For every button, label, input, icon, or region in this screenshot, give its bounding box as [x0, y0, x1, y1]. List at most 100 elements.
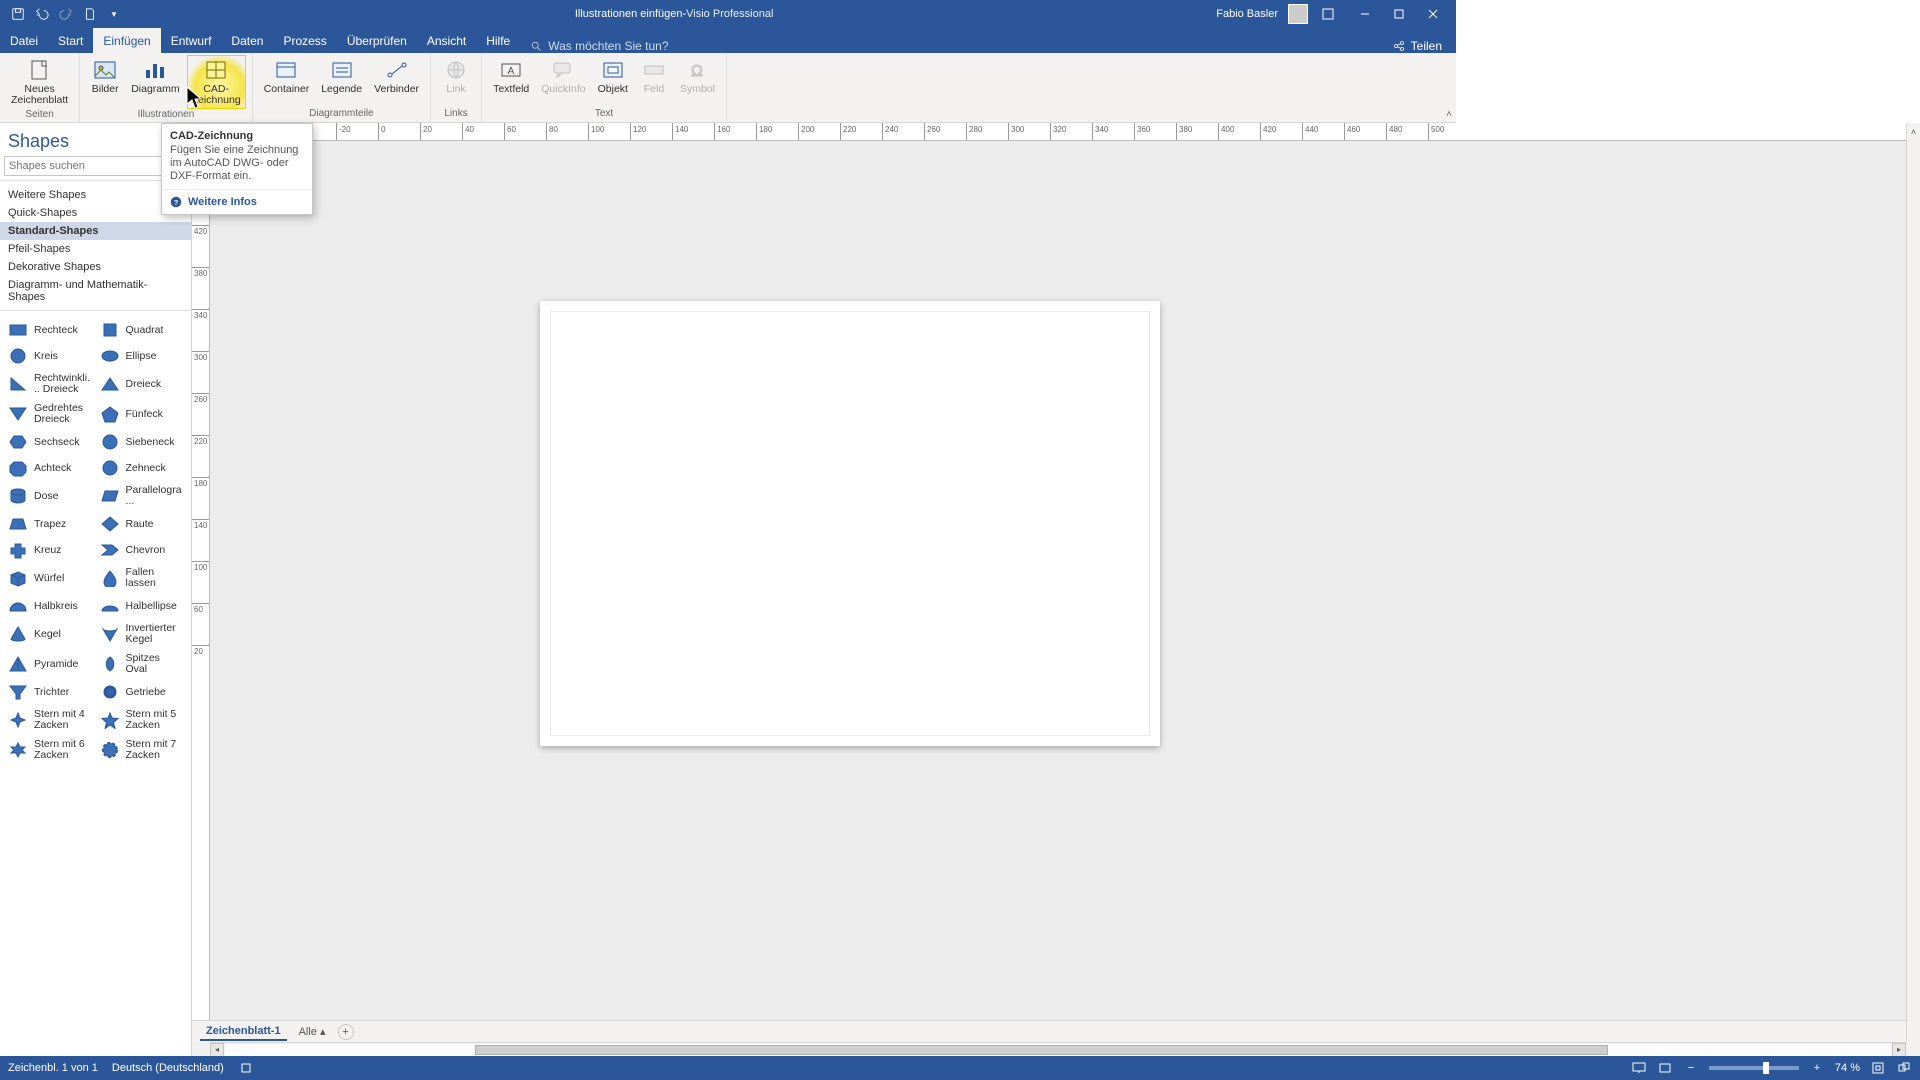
- tooltip-more-link[interactable]: ? Weitere Infos: [162, 189, 312, 214]
- shape-kreis[interactable]: Kreis: [4, 343, 96, 369]
- presentation-mode-icon[interactable]: [1631, 1060, 1647, 1076]
- shapes-grid: RechteckQuadratKreis Ellipse Rechtwinkli..…: [0, 311, 191, 1056]
- scroll-right-icon[interactable]: ▸: [1892, 1043, 1906, 1057]
- tab-ansicht[interactable]: Ansicht: [417, 28, 476, 53]
- share-button[interactable]: Teilen: [1379, 39, 1456, 53]
- shape-spitzes-oval[interactable]: Spitzes Oval: [96, 649, 188, 679]
- cad-tooltip: CAD-Zeichnung Fügen Sie eine Zeichnung i…: [161, 123, 313, 215]
- zoom-out-icon[interactable]: −: [1683, 1060, 1699, 1076]
- qat-customize-icon[interactable]: ▾: [104, 4, 124, 24]
- shape-rechteck[interactable]: Rechteck: [4, 317, 96, 343]
- zoom-in-icon[interactable]: +: [1809, 1060, 1825, 1076]
- ribbon-quickinfo-label: QuickInfo: [541, 84, 585, 95]
- shape-quadrat[interactable]: Quadrat: [96, 317, 188, 343]
- scroll-thumb-h[interactable]: [475, 1045, 1608, 1055]
- horizontal-scrollbar[interactable]: ◂ ▸: [210, 1042, 1906, 1056]
- tab-einfügen[interactable]: Einfügen: [93, 28, 160, 53]
- shape-invertierter-kegel[interactable]: Invertierter Kegel: [96, 619, 188, 649]
- shape-fallen-lassen[interactable]: Fallen lassen: [96, 563, 188, 593]
- add-page-button[interactable]: +: [338, 1024, 354, 1040]
- undo-icon[interactable]: [32, 4, 52, 24]
- group-label: Text: [488, 108, 720, 120]
- shape-stern-mit-7-zacken[interactable]: Stern mit 7 Zacken: [96, 735, 188, 765]
- category-standard-shapes[interactable]: Standard-Shapes: [0, 222, 191, 240]
- shape-pyramide[interactable]: Pyramide: [4, 649, 96, 679]
- shape-getriebe[interactable]: Getriebe: [96, 679, 188, 705]
- close-button[interactable]: [1416, 0, 1450, 28]
- shape-trapez[interactable]: Trapez: [4, 511, 96, 537]
- tab-hilfe[interactable]: Hilfe: [476, 28, 520, 53]
- redo-icon[interactable]: [56, 4, 76, 24]
- shape-achteck[interactable]: Achteck: [4, 455, 96, 481]
- ribbon-display-icon[interactable]: [1318, 4, 1338, 24]
- ribbon-textfeld-button[interactable]: ATextfeld: [488, 55, 534, 98]
- ribbon-cad-button[interactable]: CAD-Zeichnung: [187, 55, 246, 109]
- shape-dreieck[interactable]: Dreieck: [96, 369, 188, 399]
- macro-record-icon[interactable]: [238, 1060, 254, 1076]
- shape-halbkreis[interactable]: Halbkreis: [4, 593, 96, 619]
- tab-daten[interactable]: Daten: [221, 28, 273, 53]
- ribbon-container-button[interactable]: Container: [259, 55, 315, 98]
- ribbon-verbinder-button[interactable]: Verbinder: [369, 55, 424, 98]
- collapse-ribbon-icon[interactable]: ˄: [1446, 109, 1452, 120]
- ribbon-objekt-button[interactable]: Objekt: [593, 55, 633, 98]
- svg-text:?: ?: [174, 198, 179, 207]
- tab-start[interactable]: Start: [48, 28, 93, 53]
- shape-siebeneck[interactable]: Siebeneck: [96, 429, 188, 455]
- tab-datei[interactable]: Datei: [0, 28, 48, 53]
- collapse-ruler-icon[interactable]: ˄: [1906, 123, 1920, 141]
- canvas[interactable]: [210, 141, 1906, 1042]
- shape-zehneck[interactable]: Zehneck: [96, 455, 188, 481]
- shape-label: Ellipse: [126, 351, 157, 362]
- shape-ellipse[interactable]: Ellipse: [96, 343, 188, 369]
- shape-dose[interactable]: Dose: [4, 481, 96, 511]
- category-dekorative-shapes[interactable]: Dekorative Shapes: [0, 258, 191, 276]
- shape-chevron[interactable]: Chevron: [96, 537, 188, 563]
- shape-raute[interactable]: Raute: [96, 511, 188, 537]
- zoom-knob[interactable]: [1763, 1062, 1769, 1074]
- ribbon-diagramm-button[interactable]: Diagramm: [126, 55, 184, 98]
- tell-me-search[interactable]: Was möchten Sie tun?: [520, 39, 678, 53]
- shape-kegel[interactable]: Kegel: [4, 619, 96, 649]
- shape-icon: [100, 597, 120, 615]
- shape-parallelogra-[interactable]: Parallelogra...: [96, 481, 188, 511]
- maximize-button[interactable]: [1382, 0, 1416, 28]
- shape-halbellipse[interactable]: Halbellipse: [96, 593, 188, 619]
- shape-stern-mit-6-zacken[interactable]: Stern mit 6 Zacken: [4, 735, 96, 765]
- page-width-icon[interactable]: [1657, 1060, 1673, 1076]
- tab-überprüfen[interactable]: Überprüfen: [337, 28, 417, 53]
- vertical-scrollbar[interactable]: [1906, 141, 1920, 1042]
- ribbon-verbinder-label: Verbinder: [374, 84, 419, 95]
- tab-prozess[interactable]: Prozess: [273, 28, 336, 53]
- shape-stern-mit-4-zacken[interactable]: Stern mit 4 Zacken: [4, 705, 96, 735]
- shape-sechseck[interactable]: Sechseck: [4, 429, 96, 455]
- category-pfeil-shapes[interactable]: Pfeil-Shapes: [0, 240, 191, 258]
- shape-trichter[interactable]: Trichter: [4, 679, 96, 705]
- shapes-search-input[interactable]: [4, 156, 167, 176]
- shape-stern-mit-5-zacken[interactable]: Stern mit 5 Zacken: [96, 705, 188, 735]
- shape-rechtwinkli-dreieck[interactable]: Rechtwinkli... Dreieck: [4, 369, 96, 399]
- shape-icon: [8, 515, 28, 533]
- ribbon-new_page-button[interactable]: NeuesZeichenblatt: [6, 55, 73, 109]
- drawing-page[interactable]: [540, 301, 1160, 746]
- shape-label: Dose: [34, 491, 59, 502]
- shape-f-nfeck[interactable]: Fünfeck: [96, 399, 188, 429]
- window-title: Illustrationen einfügen - Visio Professi…: [132, 8, 1216, 20]
- ribbon-legende-button[interactable]: Legende: [316, 55, 367, 98]
- minimize-button[interactable]: [1348, 0, 1382, 28]
- sheet-tab-active[interactable]: Zeichenblatt-1: [200, 1023, 287, 1041]
- zoom-slider[interactable]: [1709, 1066, 1799, 1070]
- shape-w-rfel[interactable]: Würfel: [4, 563, 96, 593]
- save-icon[interactable]: [8, 4, 28, 24]
- ribbon-bilder-button[interactable]: Bilder: [86, 55, 124, 98]
- document-icon[interactable]: [80, 4, 100, 24]
- fit-window-icon[interactable]: [1870, 1060, 1886, 1076]
- fullscreen-switch-icon[interactable]: [1896, 1060, 1912, 1076]
- scroll-left-icon[interactable]: ◂: [210, 1043, 224, 1057]
- sheet-tab-all[interactable]: Alle ▴: [299, 1025, 326, 1038]
- avatar[interactable]: [1288, 4, 1308, 24]
- category-diagramm-und-mathematik-shapes[interactable]: Diagramm- und Mathematik-Shapes: [0, 276, 191, 306]
- tab-entwurf[interactable]: Entwurf: [161, 28, 222, 53]
- shape-gedrehtes-dreieck[interactable]: Gedrehtes Dreieck: [4, 399, 96, 429]
- shape-kreuz[interactable]: Kreuz: [4, 537, 96, 563]
